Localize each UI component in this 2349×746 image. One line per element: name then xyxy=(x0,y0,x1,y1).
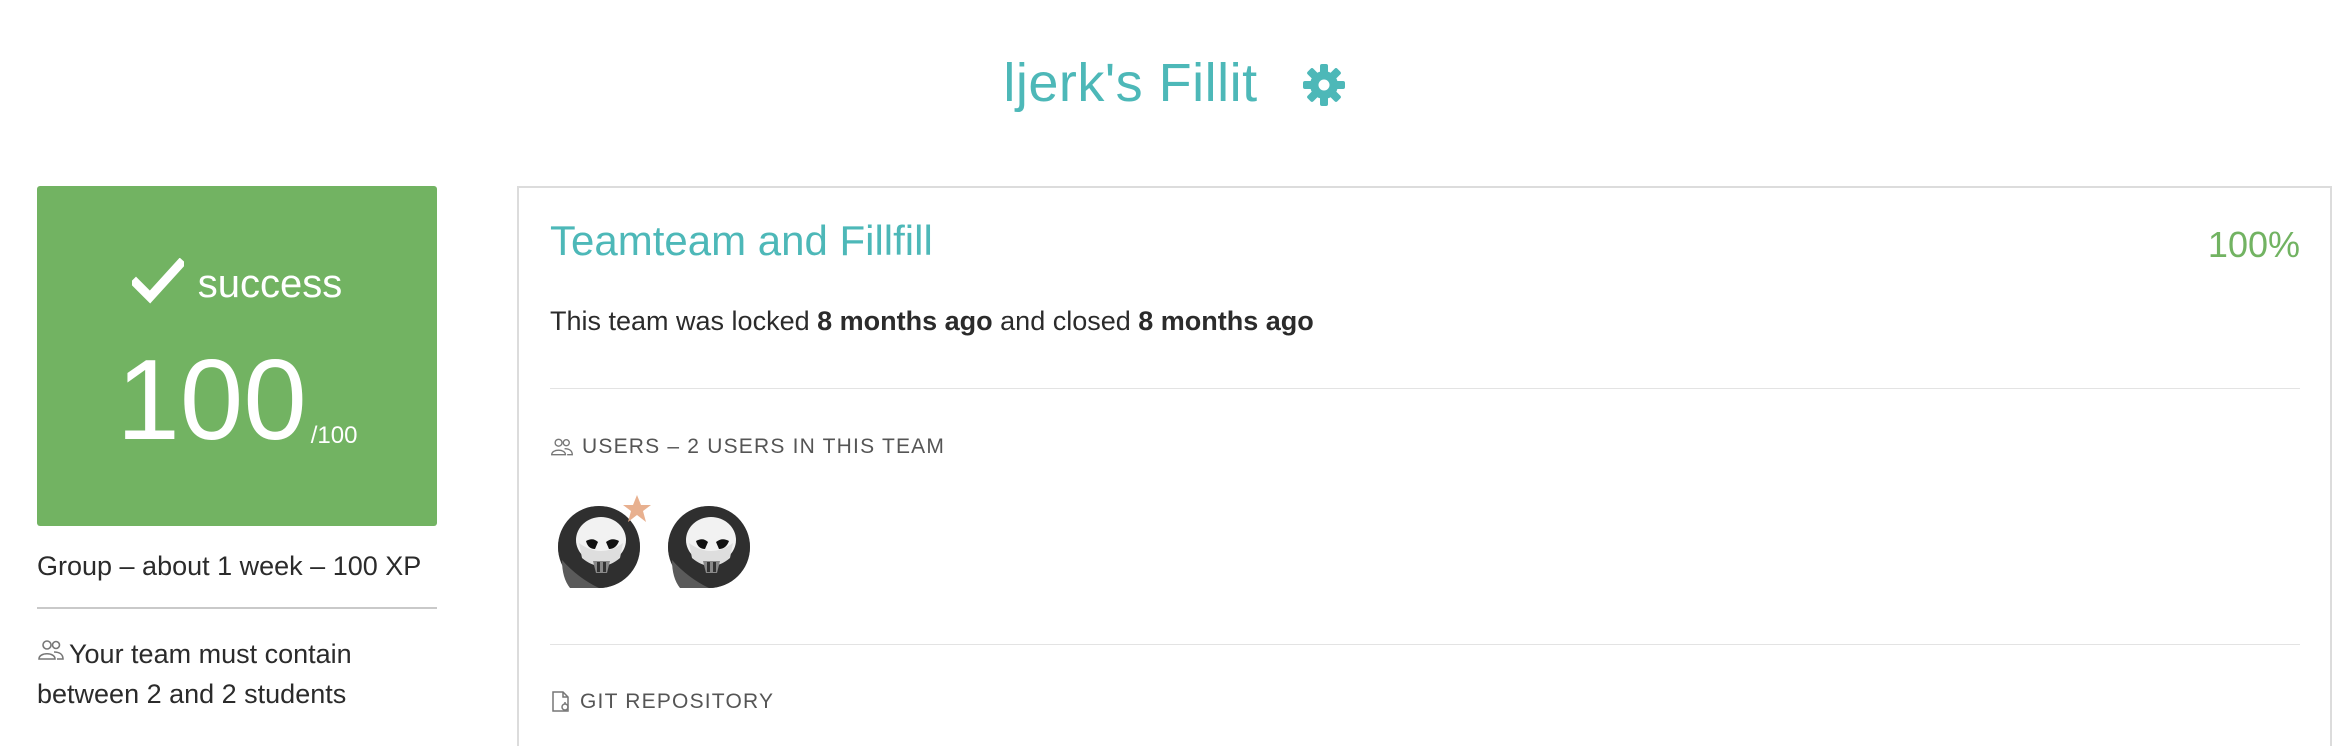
team-name[interactable]: Teamteam and Fillfill xyxy=(550,217,933,264)
status-text: success xyxy=(197,262,343,306)
users-section-heading: USERS – 2 USERS IN THIS TEAM xyxy=(550,435,945,459)
git-section-title: GIT REPOSITORY xyxy=(580,690,775,713)
git-section-heading: GIT REPOSITORY xyxy=(550,690,774,714)
team-rule-text: Your team must contain between 2 and 2 s… xyxy=(37,639,352,709)
status-line: success xyxy=(37,257,437,306)
score-card: success 100 /100 xyxy=(37,186,437,526)
status-prefix: This team was locked xyxy=(550,306,810,336)
star-icon xyxy=(622,494,652,524)
users-section-title: USERS – 2 USERS IN THIS TEAM xyxy=(582,435,946,458)
team-panel: Teamteam and Fillfill 100% This team was… xyxy=(517,186,2332,746)
score-value: 100 xyxy=(116,337,307,464)
users-icon xyxy=(37,632,65,660)
closed-ago: 8 months ago xyxy=(1138,306,1314,336)
score-max: /100 xyxy=(310,422,358,449)
team-percent: 100% xyxy=(2207,224,2300,265)
team-size-rule: Your team must contain between 2 and 2 s… xyxy=(37,632,457,714)
page-header: ljerk's Fillit xyxy=(0,48,2349,118)
gear-icon[interactable] xyxy=(1302,63,1346,107)
avatar[interactable] xyxy=(558,495,651,588)
team-avatars xyxy=(558,495,750,588)
users-icon xyxy=(550,437,574,457)
score-display: 100 /100 xyxy=(37,344,437,458)
team-status: This team was locked 8 months ago and cl… xyxy=(550,306,1314,337)
locked-ago: 8 months ago xyxy=(817,306,993,336)
section-divider xyxy=(550,644,2300,645)
section-divider xyxy=(550,388,2300,389)
status-middle: and closed xyxy=(1000,306,1131,336)
project-title: ljerk's Fillit xyxy=(1003,53,1258,113)
check-icon xyxy=(129,257,187,304)
project-meta: Group – about 1 week – 100 XP xyxy=(37,551,422,581)
git-file-icon xyxy=(550,690,572,714)
avatar[interactable] xyxy=(668,506,750,588)
left-divider xyxy=(37,607,437,609)
